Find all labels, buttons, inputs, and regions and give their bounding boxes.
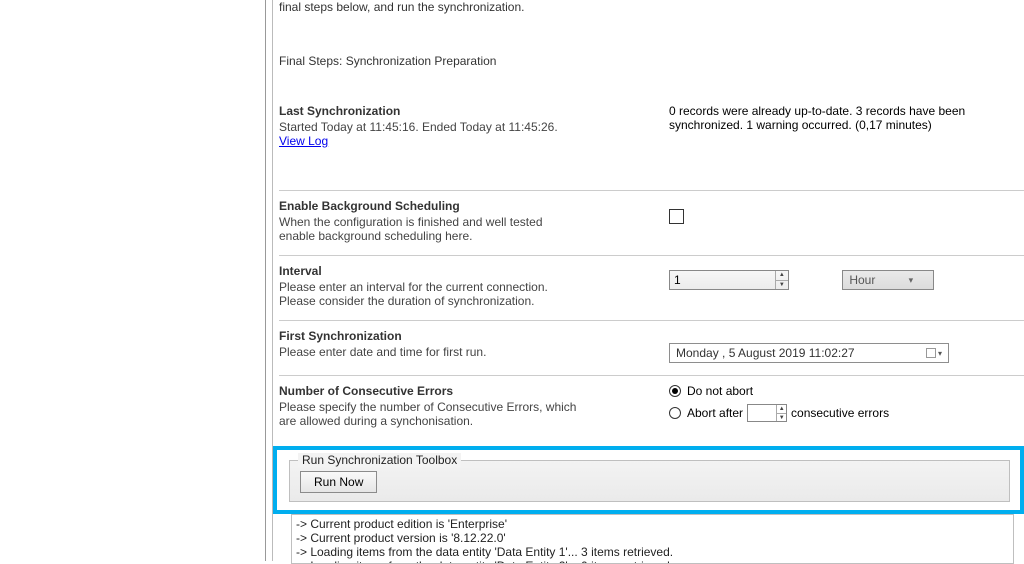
chevron-down-icon[interactable]: ▼ (777, 414, 786, 422)
abort-count-input[interactable] (748, 405, 776, 421)
section-first-sync: First Synchronization Please enter date … (279, 321, 1024, 375)
final-steps-label: Final Steps: Synchronization Preparation (279, 54, 1024, 68)
cons-errors-desc1: Please specify the number of Consecutive… (279, 400, 659, 414)
abort-count-spinner[interactable]: ▲ ▼ (747, 404, 787, 422)
first-sync-heading: First Synchronization (279, 329, 659, 343)
vertical-divider-1 (265, 0, 266, 561)
intro-partial: final steps below, and run the synchroni… (279, 0, 1024, 14)
log-line: -> Current product edition is 'Enterpris… (296, 517, 1009, 531)
bg-sched-checkbox[interactable] (669, 209, 684, 224)
interval-desc1: Please enter an interval for the current… (279, 280, 659, 294)
log-output[interactable]: -> Current product edition is 'Enterpris… (291, 514, 1014, 564)
calendar-icon (926, 348, 936, 358)
log-line: -> Loading items from the data entity 'D… (296, 545, 1009, 559)
radio-do-not-abort[interactable] (669, 385, 681, 397)
section-cons-errors: Number of Consecutive Errors Please spec… (279, 376, 1024, 440)
log-line: -> Loading items from the data entity 'D… (296, 559, 1009, 564)
main-content: final steps below, and run the synchroni… (279, 0, 1024, 561)
first-sync-desc: Please enter date and time for first run… (279, 345, 659, 359)
interval-heading: Interval (279, 264, 659, 278)
radio-abort-after-prefix: Abort after (687, 406, 743, 420)
spinner-buttons[interactable]: ▲ ▼ (776, 405, 786, 421)
section-interval: Interval Please enter an interval for th… (279, 256, 1024, 320)
first-sync-date-picker[interactable]: Monday , 5 August 2019 11:02:27 ▾ (669, 343, 949, 363)
toolbox-highlight: Run Synchronization Toolbox Run Now (273, 446, 1024, 514)
toolbox-legend: Run Synchronization Toolbox (298, 453, 461, 467)
chevron-up-icon[interactable]: ▲ (777, 405, 786, 414)
radio-abort-after-suffix: consecutive errors (791, 406, 889, 420)
run-sync-toolbox-group: Run Synchronization Toolbox Run Now (289, 460, 1010, 502)
chevron-down-icon: ▾ (938, 349, 942, 358)
section-last-sync: Last Synchronization Started Today at 11… (279, 96, 1024, 160)
first-sync-date-value: Monday , 5 August 2019 11:02:27 (676, 346, 855, 360)
interval-unit-value: Hour (843, 271, 888, 289)
bg-sched-heading: Enable Background Scheduling (279, 199, 659, 213)
view-log-link[interactable]: View Log (279, 134, 328, 148)
interval-unit-dropdown[interactable]: Hour ▾ (842, 270, 934, 290)
log-line: -> Current product version is '8.12.22.0… (296, 531, 1009, 545)
bg-sched-desc1: When the configuration is finished and w… (279, 215, 659, 229)
interval-input[interactable] (670, 271, 775, 289)
section-bg-schedule: Enable Background Scheduling When the co… (279, 191, 1024, 255)
bg-sched-desc2: enable background scheduling here. (279, 229, 659, 243)
chevron-up-icon[interactable]: ▲ (776, 271, 788, 281)
spinner-buttons[interactable]: ▲ ▼ (775, 271, 788, 289)
interval-desc2: Please consider the duration of synchron… (279, 294, 659, 308)
run-now-button[interactable]: Run Now (300, 471, 377, 493)
cons-errors-desc2: are allowed during a synchonisation. (279, 414, 659, 428)
last-sync-detail: Started Today at 11:45:16. Ended Today a… (279, 120, 659, 134)
chevron-down-icon[interactable]: ▼ (776, 281, 788, 290)
chevron-down-icon: ▾ (888, 271, 933, 289)
interval-spinner[interactable]: ▲ ▼ (669, 270, 789, 290)
radio-do-not-abort-label: Do not abort (687, 384, 753, 398)
last-sync-result: 0 records were already up-to-date. 3 rec… (669, 104, 999, 132)
radio-abort-after[interactable] (669, 407, 681, 419)
last-sync-heading: Last Synchronization (279, 104, 659, 118)
cons-errors-heading: Number of Consecutive Errors (279, 384, 659, 398)
date-picker-button[interactable]: ▾ (926, 348, 942, 358)
